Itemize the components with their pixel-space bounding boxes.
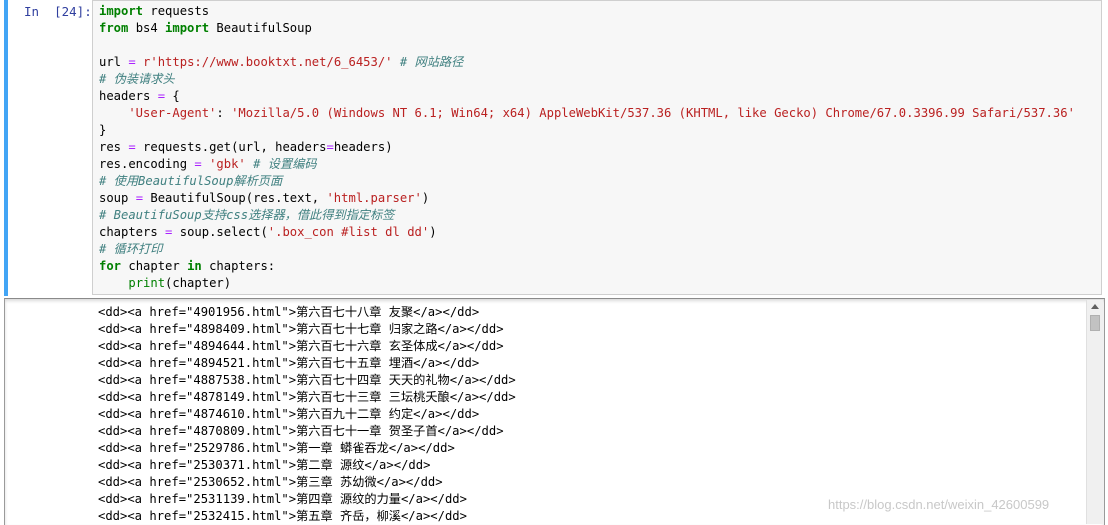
code-token: = xyxy=(128,55,136,69)
output-line: <dd><a href="4894521.html">第六百七十五章 埋酒</a… xyxy=(98,356,480,370)
code-token: from xyxy=(99,21,129,35)
code-token: # 使用BeautifulSoup解析页面 xyxy=(99,174,283,188)
code-line[interactable]: url = r'https://www.booktxt.net/6_6453/'… xyxy=(99,54,1075,71)
output-line: <dd><a href="4878149.html">第六百七十三章 三坛桃夭酿… xyxy=(98,390,516,404)
code-line[interactable]: 'User-Agent': 'Mozilla/5.0 (Windows NT 6… xyxy=(99,105,1075,122)
code-line[interactable]: # BeautifuSoup支持css选择器，借此得到指定标签 xyxy=(99,207,1075,224)
code-token: headers) xyxy=(333,140,393,154)
output-line: <dd><a href="4898409.html">第六百七十七章 归家之路<… xyxy=(98,322,504,336)
output-line: <dd><a href="4894644.html">第六百七十六章 玄圣体成<… xyxy=(98,339,504,353)
code-token: requests xyxy=(143,4,210,18)
code-token: for xyxy=(99,259,122,273)
code-line[interactable] xyxy=(99,37,1075,54)
code-token: = xyxy=(194,157,202,171)
code-token: '.box_con #list dl dd' xyxy=(267,225,430,239)
output-line: <dd><a href="2530371.html">第二章 源纹</a></d… xyxy=(98,458,431,472)
code-token: BeautifulSoup(res.text, xyxy=(143,191,327,205)
code-line[interactable]: chapters = soup.select('.box_con #list d… xyxy=(99,224,1075,241)
code-token: res xyxy=(99,140,129,154)
code-text[interactable]: import requests from bs4 import Beautiful… xyxy=(99,3,1075,292)
code-token: in xyxy=(187,259,202,273)
code-token: 'User-Agent' xyxy=(99,106,217,120)
code-token: = xyxy=(326,140,334,154)
code-line[interactable]: # 循环打印 xyxy=(99,241,1075,258)
code-line[interactable]: # 伪装请求头 xyxy=(99,71,1075,88)
code-token: 'gbk' xyxy=(201,157,246,171)
output-line: <dd><a href="2532415.html">第五章 齐岳，柳溪</a>… xyxy=(98,509,467,523)
code-token: 'Mozilla/5.0 (Windows NT 6.1; Win64; x64… xyxy=(231,106,1075,120)
code-token: # 伪装请求头 xyxy=(99,72,175,86)
code-token: BeautifulSoup xyxy=(209,21,312,35)
code-token: r'https://www.booktxt.net/6_6453/' xyxy=(135,55,393,69)
code-token: = xyxy=(135,191,144,205)
code-token: soup.select( xyxy=(172,225,268,239)
code-token: import xyxy=(99,4,144,18)
scroll-up-arrow-icon[interactable] xyxy=(1091,304,1099,309)
output-line: <dd><a href="4874610.html">第六百九十二章 约定</a… xyxy=(98,407,480,421)
output-line: <dd><a href="4887538.html">第六百七十四章 天天的礼物… xyxy=(98,373,516,387)
code-token: 'html.parser' xyxy=(326,191,422,205)
code-editor[interactable]: import requests from bs4 import Beautiful… xyxy=(92,0,1102,295)
code-token: ) xyxy=(429,225,437,239)
cell-selection-bar xyxy=(4,0,8,296)
code-line[interactable]: for chapter in chapters: xyxy=(99,258,1075,275)
code-token: print xyxy=(128,276,166,290)
output-line: <dd><a href="2531139.html">第四章 源纹的力量</a>… xyxy=(98,492,467,506)
code-token: headers xyxy=(99,89,158,103)
output-text: <dd><a href="4901956.html">第六百七十八章 友聚</a… xyxy=(98,304,516,525)
code-token: res.encoding xyxy=(99,157,195,171)
code-token: (chapter) xyxy=(165,276,232,290)
input-prompt: In [24]: xyxy=(24,4,92,19)
output-scrollbar[interactable] xyxy=(1086,300,1103,524)
output-line: <dd><a href="4870809.html">第六百七十一章 贺圣子首<… xyxy=(98,424,504,438)
code-token: # 循环打印 xyxy=(99,242,163,256)
code-line[interactable]: # 使用BeautifulSoup解析页面 xyxy=(99,173,1075,190)
code-token: ) xyxy=(421,191,430,205)
code-token: = xyxy=(157,89,166,103)
scrollbar-thumb[interactable] xyxy=(1090,315,1100,331)
code-token: soup xyxy=(99,191,136,205)
code-token: # 网站路径 xyxy=(392,55,464,69)
code-line[interactable]: print(chapter) xyxy=(99,275,1075,292)
code-line[interactable]: res.encoding = 'gbk' # 设置编码 xyxy=(99,156,1075,173)
code-token: chapters xyxy=(99,225,166,239)
code-line[interactable]: res = requests.get(url, headers=headers) xyxy=(99,139,1075,156)
code-token: # BeautifuSoup支持css选择器，借此得到指定标签 xyxy=(99,208,395,222)
code-line[interactable]: headers = { xyxy=(99,88,1075,105)
code-line[interactable]: import requests xyxy=(99,3,1075,20)
code-token: import xyxy=(165,21,210,35)
code-token: bs4 xyxy=(128,21,166,35)
code-line[interactable]: from bs4 import BeautifulSoup xyxy=(99,20,1075,37)
code-token: } xyxy=(99,123,107,137)
code-line[interactable]: soup = BeautifulSoup(res.text, 'html.par… xyxy=(99,190,1075,207)
code-token: chapters: xyxy=(201,259,276,273)
output-line: <dd><a href="2530652.html">第三章 苏幼微</a></… xyxy=(98,475,443,489)
code-token: requests.get(url, headers xyxy=(135,140,327,154)
code-token: chapter xyxy=(121,259,188,273)
code-token: { xyxy=(165,89,180,103)
output-line: <dd><a href="2529786.html">第一章 蟒雀吞龙</a><… xyxy=(98,441,455,455)
notebook-cell[interactable]: In [24]: import requests from bs4 import … xyxy=(0,0,1108,298)
code-line[interactable]: } xyxy=(99,122,1075,139)
code-token: = xyxy=(128,140,136,154)
code-token: url xyxy=(99,55,129,69)
watermark: https://blog.csdn.net/weixin_42600599 xyxy=(828,497,1050,512)
code-token: : xyxy=(216,106,232,120)
code-token: # 设置编码 xyxy=(245,157,317,171)
output-line: <dd><a href="4901956.html">第六百七十八章 友聚</a… xyxy=(98,305,480,319)
